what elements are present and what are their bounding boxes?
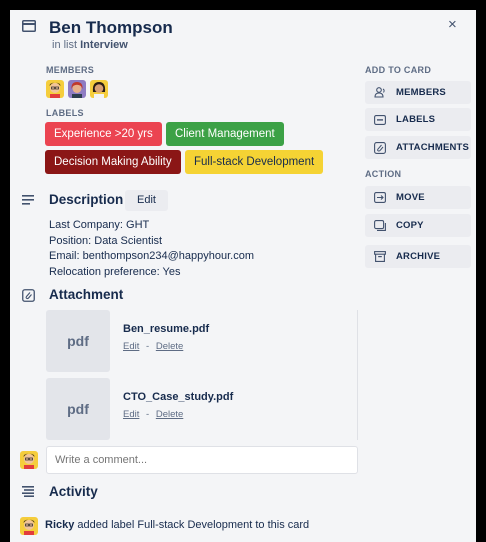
sidebar-labels-label: LABELS bbox=[396, 114, 436, 125]
attachment-actions: Edit - Delete bbox=[123, 341, 183, 352]
label-full-stack[interactable]: Full-stack Development bbox=[185, 150, 324, 174]
paperclip-icon bbox=[374, 141, 388, 154]
attachment-name[interactable]: CTO_Case_study.pdf bbox=[123, 391, 233, 403]
sidebar-members-label: MEMBERS bbox=[396, 87, 446, 98]
sidebar-archive-button[interactable]: ARCHIVE bbox=[365, 245, 471, 268]
label-client-management[interactable]: Client Management bbox=[166, 122, 284, 146]
current-user-avatar bbox=[20, 451, 38, 469]
activity-heading: Activity bbox=[49, 484, 98, 499]
move-icon bbox=[374, 192, 388, 203]
action-heading: ACTION bbox=[365, 169, 402, 179]
label-experience[interactable]: Experience >20 yrs bbox=[45, 122, 162, 146]
comment-input[interactable] bbox=[46, 446, 358, 474]
attachment-thumbnail[interactable]: pdf bbox=[46, 378, 110, 440]
person-icon bbox=[374, 87, 388, 98]
label-icon bbox=[374, 114, 388, 125]
attachment-delete-link[interactable]: Delete bbox=[156, 341, 183, 352]
close-icon[interactable]: × bbox=[448, 16, 457, 33]
member-avatar-3[interactable] bbox=[90, 80, 108, 98]
sidebar-attachments-label: ATTACHMENTS bbox=[396, 142, 470, 153]
attachment-divider bbox=[357, 310, 358, 440]
sidebar-copy-button[interactable]: COPY bbox=[365, 214, 471, 237]
card-detail-modal: Ben Thompson in list Interview × MEMBERS… bbox=[10, 10, 476, 542]
attachment-name[interactable]: Ben_resume.pdf bbox=[123, 323, 209, 335]
sidebar-members-button[interactable]: MEMBERS bbox=[365, 81, 471, 104]
sidebar-attachments-button[interactable]: ATTACHMENTS bbox=[365, 136, 471, 159]
description-edit-button[interactable]: Edit bbox=[125, 190, 168, 211]
copy-icon bbox=[374, 220, 388, 231]
add-to-card-heading: ADD TO CARD bbox=[365, 65, 432, 75]
labels-heading: LABELS bbox=[46, 108, 84, 118]
list-prefix: in list bbox=[52, 39, 78, 51]
sidebar-move-label: MOVE bbox=[396, 192, 425, 203]
description-line: Last Company: GHT bbox=[49, 219, 150, 231]
attachment-separator: - bbox=[146, 409, 150, 420]
attachment-actions: Edit - Delete bbox=[123, 409, 183, 420]
description-line: Email: benthompson234@happyhour.com bbox=[49, 250, 255, 262]
description-body[interactable]: Last Company: GHT Position: Data Scienti… bbox=[49, 218, 254, 280]
card-icon bbox=[22, 20, 36, 32]
members-heading: MEMBERS bbox=[46, 65, 95, 75]
description-line: Relocation preference: Yes bbox=[49, 265, 181, 278]
attachment-delete-link[interactable]: Delete bbox=[156, 409, 183, 420]
activity-entry: Ricky added label Full-stack Development… bbox=[45, 519, 309, 531]
activity-user[interactable]: Ricky bbox=[45, 519, 74, 531]
description-line: Position: Data Scientist bbox=[49, 234, 163, 247]
attachment-separator: - bbox=[146, 341, 150, 352]
activity-text: added label Full-stack Development to th… bbox=[77, 519, 310, 531]
activity-user-avatar bbox=[20, 517, 38, 535]
card-title[interactable]: Ben Thompson bbox=[49, 18, 173, 38]
label-decision-making[interactable]: Decision Making Ability bbox=[45, 150, 181, 174]
archive-icon bbox=[374, 251, 388, 262]
attachment-edit-link[interactable]: Edit bbox=[123, 341, 139, 352]
members-list bbox=[46, 80, 108, 98]
card-list-info: in list Interview bbox=[52, 39, 128, 51]
attachment-thumbnail[interactable]: pdf bbox=[46, 310, 110, 372]
description-heading: Description bbox=[49, 192, 124, 207]
attachment-heading: Attachment bbox=[49, 287, 124, 302]
description-icon bbox=[22, 195, 34, 205]
attachment-edit-link[interactable]: Edit bbox=[123, 409, 139, 420]
sidebar-labels-button[interactable]: LABELS bbox=[365, 108, 471, 131]
member-avatar-2[interactable] bbox=[68, 80, 86, 98]
sidebar-move-button[interactable]: MOVE bbox=[365, 186, 471, 209]
list-name[interactable]: Interview bbox=[80, 39, 128, 51]
member-avatar-1[interactable] bbox=[46, 80, 64, 98]
activity-icon bbox=[22, 486, 34, 497]
sidebar-copy-label: COPY bbox=[396, 220, 424, 231]
sidebar-archive-label: ARCHIVE bbox=[396, 251, 441, 262]
paperclip-icon bbox=[22, 289, 35, 302]
